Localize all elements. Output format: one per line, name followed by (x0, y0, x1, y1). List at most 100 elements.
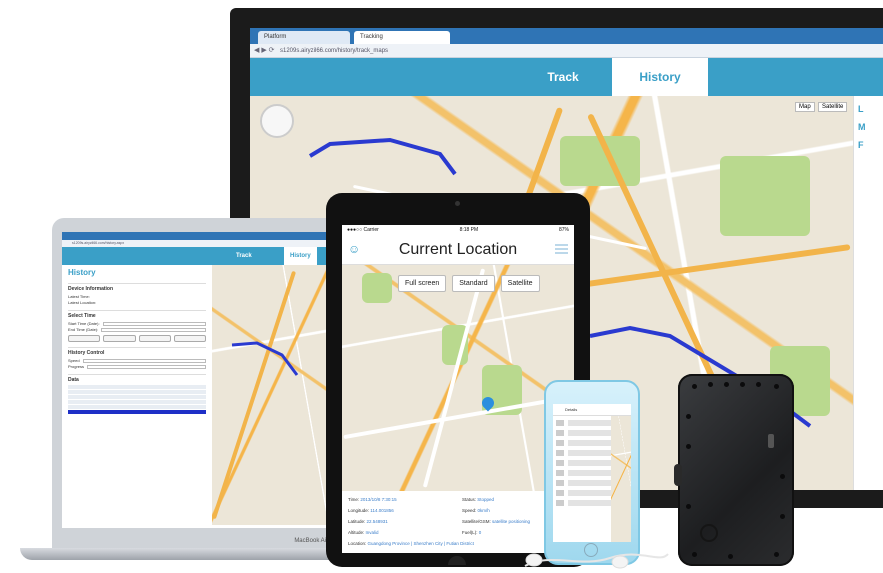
full-screen-button[interactable]: Full screen (398, 275, 447, 292)
screw-icon (740, 382, 745, 387)
info-value: satellite positioning (492, 519, 531, 524)
phone-map[interactable] (611, 416, 631, 542)
laptop-tab-bar (62, 232, 332, 240)
field-label: End Time (Date): (68, 327, 99, 332)
info-key: Latitude: (348, 519, 366, 524)
phone-screen: Details (553, 404, 631, 542)
time-buttons (68, 335, 206, 342)
time-button[interactable] (103, 335, 136, 342)
laptop-app-header: Track History (62, 247, 332, 265)
info-grid: Time: 2013/10/8 7:30:15 Status: Stopped … (348, 497, 568, 535)
menu-icon[interactable] (555, 244, 568, 255)
info-value: 0km/h (477, 508, 490, 513)
route-line (231, 341, 299, 376)
field-label: Progress (68, 364, 85, 369)
time-button[interactable] (138, 335, 171, 342)
info-value: Invalid (365, 530, 379, 535)
table-row[interactable] (68, 395, 206, 399)
tab-track[interactable]: Track (518, 58, 608, 96)
data-heading: Data (68, 374, 206, 383)
person-icon[interactable]: ☺ (348, 243, 360, 255)
screw-icon (724, 382, 729, 387)
time-button[interactable] (173, 335, 206, 342)
field-label: Speed (68, 358, 80, 363)
satellite-button[interactable]: Satellite (500, 275, 540, 292)
status-led (768, 434, 774, 448)
field-label: Latest Time: (68, 294, 90, 299)
info-key: Status: (462, 497, 477, 502)
table-row[interactable] (68, 400, 206, 404)
info-key: Altitude: (348, 530, 365, 535)
info-key: Satellite/GSM: (462, 519, 491, 524)
side-item[interactable]: F (858, 140, 883, 150)
address-bar[interactable]: ◀ ▶ ⟳ s1209s.airyzil66.com/history/track… (250, 44, 883, 58)
map-type-satellite-button[interactable]: Satellite (818, 102, 848, 112)
screw-icon (686, 504, 691, 509)
laptop-base (20, 548, 350, 560)
screw-icon (728, 554, 733, 559)
tablet-header: ☺ Current Location (342, 235, 574, 265)
address-bar-text: s1209s.airyzil66.com/history/track_maps (280, 48, 389, 54)
tablet-map[interactable]: Full screen Standard Satellite (342, 265, 574, 491)
history-control-heading: History Control (68, 347, 206, 356)
browser-tab-tracking[interactable]: Tracking (354, 31, 450, 44)
screw-icon (780, 514, 785, 519)
laptop-tab-history[interactable]: History (284, 247, 317, 265)
product-composite: Platform Tracking ◀ ▶ ⟳ s1209s.airyzil66… (0, 0, 883, 573)
info-value: 22.548931 (366, 519, 388, 524)
tab-history[interactable]: History (612, 58, 708, 96)
map-pan-control[interactable] (260, 104, 294, 138)
page-title: Current Location (398, 241, 518, 258)
screw-icon (692, 552, 697, 557)
laptop-tab-track[interactable]: Track (236, 247, 252, 265)
map-view-buttons: Full screen Standard Satellite (398, 275, 540, 292)
table-row-selected[interactable] (68, 410, 206, 414)
info-value: 114.001856 (370, 508, 394, 513)
side-button[interactable] (674, 464, 682, 486)
field-label: Start Time (Date): (68, 321, 100, 326)
map-street (343, 394, 573, 440)
select-time-heading: Select Time (68, 310, 206, 319)
nav-arrows-icon[interactable]: ◀ ▶ ⟳ (254, 44, 275, 58)
port-icon (700, 524, 718, 542)
browser-tab-bar: Platform Tracking (250, 28, 883, 44)
map-park (362, 273, 392, 303)
laptop-address-bar[interactable]: s1209s.airyzil66.com/history.aspx (62, 240, 332, 247)
gps-tracker-device (674, 374, 794, 566)
screw-icon (756, 382, 761, 387)
info-key: Longitude: (348, 508, 370, 513)
table-row[interactable] (68, 390, 206, 394)
map-street (422, 268, 486, 488)
status-bar: ●●●○○ Carrier 8:18 PM 87% (342, 225, 574, 235)
map-type-map-button[interactable]: Map (795, 102, 815, 112)
standard-button[interactable]: Standard (452, 275, 495, 292)
speed-slider[interactable] (82, 358, 206, 363)
tablet-screen: ●●●○○ Carrier 8:18 PM 87% ☺ Current Loca… (342, 225, 574, 553)
history-panel: History Device Information Latest Time: … (62, 265, 212, 528)
laptop-screen: s1209s.airyzil66.com/history.aspx Track … (62, 232, 332, 528)
phone: Details (544, 380, 640, 565)
info-value: Stopped (477, 497, 495, 502)
app-header: Track History (250, 58, 883, 96)
side-item[interactable]: M (858, 122, 883, 132)
laptop-map[interactable] (212, 265, 332, 525)
data-table (68, 385, 206, 414)
table-row[interactable] (68, 405, 206, 409)
info-key: Time: (348, 497, 360, 502)
screw-icon (686, 444, 691, 449)
time-button[interactable] (68, 335, 101, 342)
progress-slider[interactable] (87, 364, 206, 369)
home-button[interactable] (448, 556, 466, 565)
phone-header: Details (553, 404, 631, 416)
clock: 8:18 PM (459, 227, 479, 233)
side-item[interactable]: L (858, 104, 883, 114)
info-key: Speed: (462, 508, 477, 513)
info-key: Location: (348, 541, 367, 546)
table-row[interactable] (68, 385, 206, 389)
start-time-input[interactable] (102, 321, 206, 326)
browser-tab-platform[interactable]: Platform (258, 31, 350, 44)
end-time-input[interactable] (101, 327, 206, 332)
screw-icon (708, 382, 713, 387)
history-title: History (68, 268, 96, 277)
device-info-heading: Device Information (68, 283, 206, 292)
